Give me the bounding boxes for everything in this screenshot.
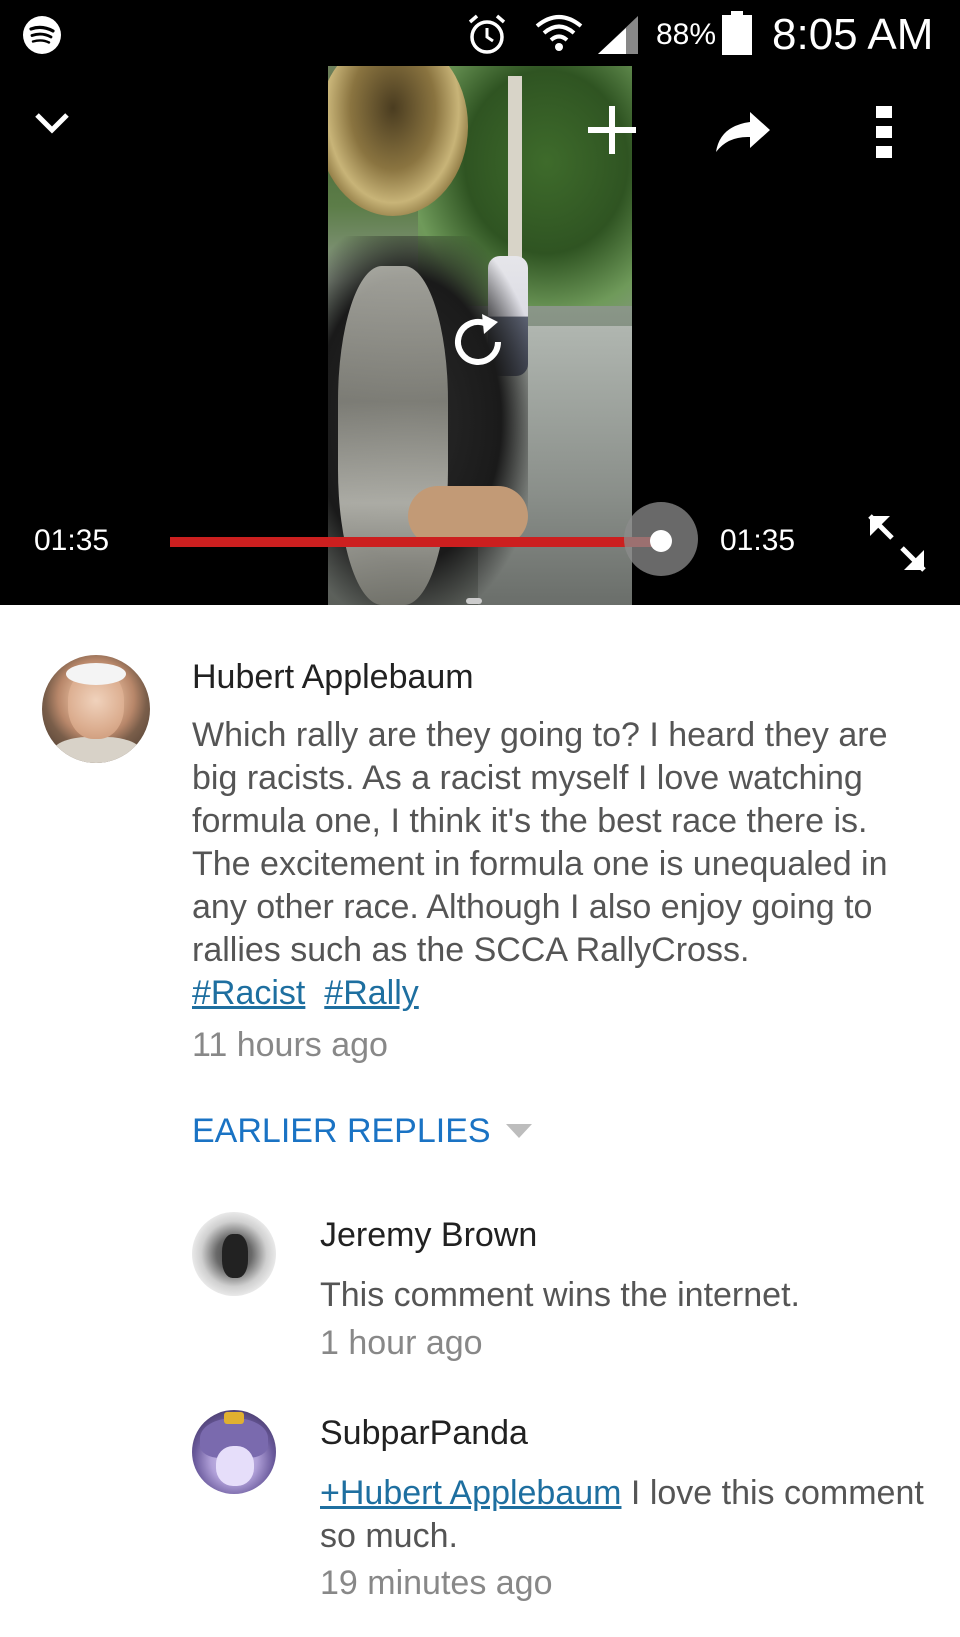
video-player[interactable]: 88% 8:05 AM 01:35 01:35	[0, 0, 960, 605]
chevron-down-icon[interactable]	[506, 1124, 532, 1140]
fullscreen-icon[interactable]	[866, 512, 928, 574]
video-tuba	[338, 266, 448, 605]
reply-timestamp: 19 minutes ago	[320, 1564, 553, 1602]
comment-timestamp: 11 hours ago	[192, 1026, 388, 1064]
reply-timestamp: 1 hour ago	[320, 1324, 483, 1362]
current-time: 01:35	[34, 524, 110, 557]
reply-text: This comment wins the internet.	[320, 1276, 800, 1314]
reply-author[interactable]: Jeremy Brown	[320, 1216, 537, 1255]
more-options-icon[interactable]	[872, 104, 896, 160]
total-time: 01:35	[720, 524, 796, 557]
scrubber-handle[interactable]	[650, 530, 672, 552]
status-bar: 88% 8:05 AM	[0, 0, 960, 70]
battery-icon	[722, 11, 752, 55]
comment-body: Which rally are they going to? I heard t…	[192, 716, 888, 969]
reply-text: +Hubert Applebaum I love this comment so…	[320, 1472, 930, 1558]
comment-text: Which rally are they going to? I heard t…	[192, 714, 932, 1015]
reply-author[interactable]: SubparPanda	[320, 1414, 528, 1453]
status-time: 8:05 AM	[772, 10, 934, 59]
signal-icon	[598, 16, 638, 54]
avatar[interactable]	[192, 1410, 276, 1494]
alarm-icon	[468, 14, 506, 54]
wifi-icon	[535, 15, 583, 51]
mention-link[interactable]: +Hubert Applebaum	[320, 1474, 621, 1512]
comment-author[interactable]: Hubert Applebaum	[192, 658, 474, 697]
spotify-icon	[23, 16, 61, 54]
progress-bar[interactable]	[170, 537, 660, 547]
avatar[interactable]	[42, 655, 150, 763]
hashtag-racist[interactable]: #Racist	[192, 974, 305, 1012]
share-icon[interactable]	[714, 110, 772, 154]
battery-percent: 88%	[656, 18, 717, 51]
divider-handle	[466, 598, 482, 604]
avatar[interactable]	[192, 1212, 276, 1296]
add-to-playlist-icon[interactable]	[586, 104, 638, 156]
earlier-replies-button[interactable]: EARLIER REPLIES	[192, 1112, 491, 1151]
progress-fill	[170, 537, 660, 547]
hashtag-rally[interactable]: #Rally	[324, 974, 418, 1012]
replay-icon[interactable]	[446, 310, 510, 374]
collapse-icon[interactable]	[34, 110, 70, 138]
